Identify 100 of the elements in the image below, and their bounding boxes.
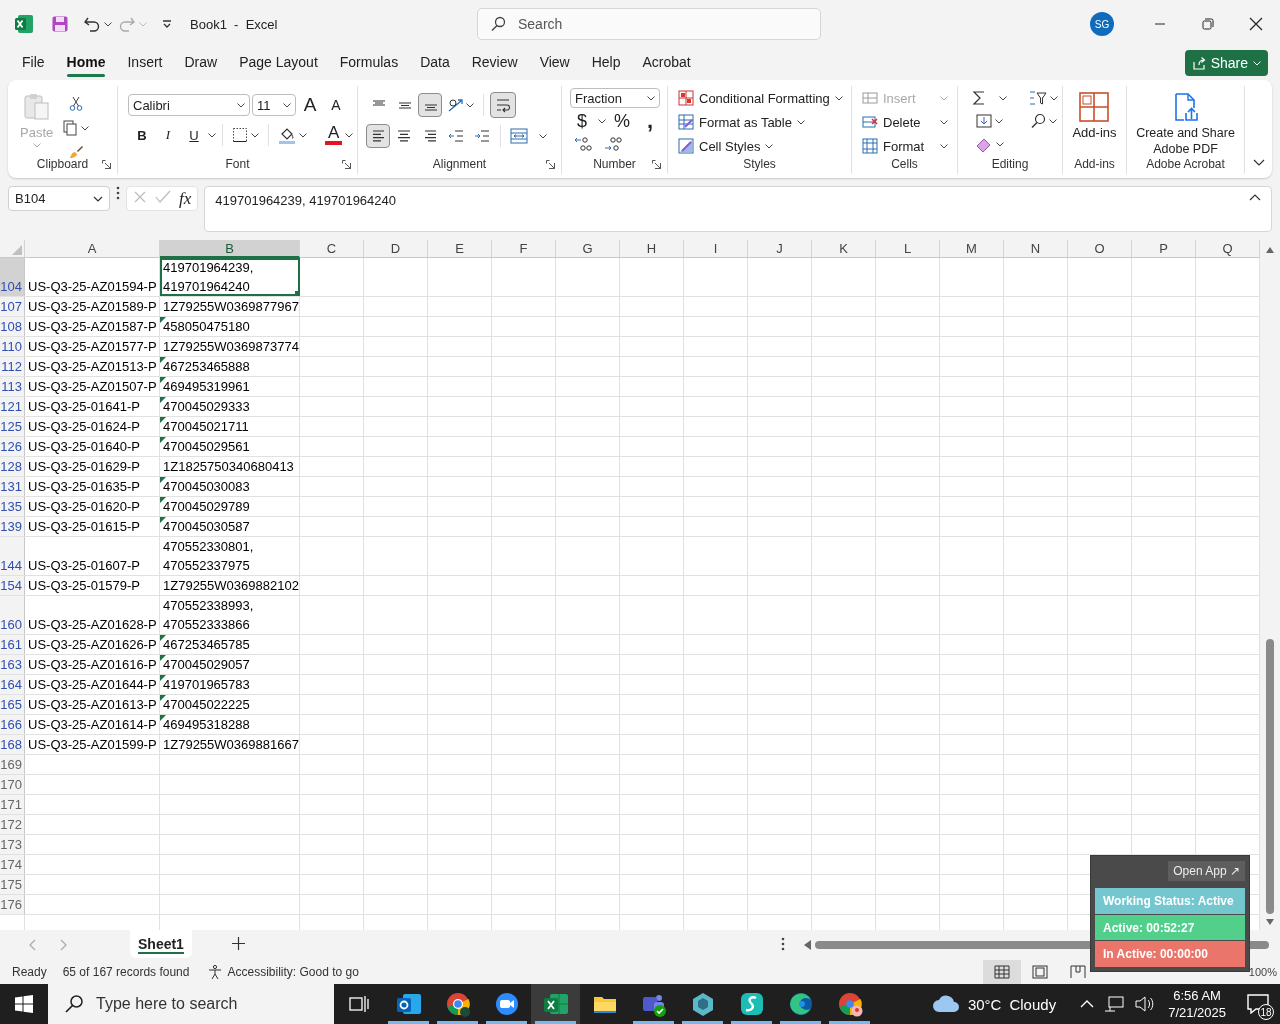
dialog-launcher-icon[interactable] — [652, 159, 661, 169]
weather-widget[interactable]: 30°C Cloudy — [931, 994, 1057, 1014]
row-header[interactable]: 139 — [0, 517, 25, 536]
row-header[interactable]: 128 — [0, 457, 25, 476]
column-header[interactable]: G — [556, 240, 620, 258]
row-header[interactable]: 113 — [0, 377, 25, 396]
row-header[interactable]: 131 — [0, 477, 25, 496]
wrap-text-button[interactable] — [490, 92, 516, 118]
row-header[interactable]: 163 — [0, 655, 25, 674]
zoom-level[interactable]: 100% — [1248, 966, 1277, 978]
row-header[interactable]: 125 — [0, 417, 25, 436]
italic-button[interactable]: I — [156, 123, 180, 147]
row-header[interactable]: 170 — [0, 775, 25, 794]
shrink-font-button[interactable]: A — [324, 93, 348, 117]
row-header[interactable]: 112 — [0, 357, 25, 376]
cell-styles-button[interactable]: Cell Styles — [678, 136, 851, 156]
column-header[interactable]: J — [748, 240, 812, 258]
column-header[interactable]: H — [620, 240, 684, 258]
row-header[interactable]: 166 — [0, 715, 25, 734]
row-header[interactable]: 176 — [0, 895, 25, 914]
font-color-button[interactable]: A — [322, 123, 357, 147]
column-header[interactable]: E — [428, 240, 492, 258]
percent-button[interactable]: % — [610, 111, 634, 131]
underline-button[interactable]: U — [182, 123, 206, 147]
align-left-button[interactable] — [366, 124, 390, 148]
row-header[interactable]: 160 — [0, 596, 25, 634]
column-header[interactable]: B — [160, 240, 300, 258]
font-size-field[interactable]: 11 — [252, 94, 296, 116]
row-header[interactable]: 165 — [0, 695, 25, 714]
menu-tab[interactable]: Formulas — [328, 50, 410, 80]
menu-tab[interactable]: Draw — [173, 50, 229, 80]
dialog-launcher-icon[interactable] — [546, 159, 555, 169]
row-header[interactable]: 175 — [0, 875, 25, 894]
row-header[interactable]: 107 — [0, 297, 25, 316]
menu-tab[interactable]: File — [11, 50, 56, 80]
row-header[interactable]: 121 — [0, 397, 25, 416]
column-header[interactable]: N — [1004, 240, 1068, 258]
conditional-formatting-button[interactable]: Conditional Formatting — [678, 88, 851, 108]
share-button[interactable]: Share — [1184, 50, 1268, 76]
row-header[interactable]: 174 — [0, 855, 25, 874]
column-header[interactable]: L — [876, 240, 940, 258]
column-header[interactable]: O — [1068, 240, 1132, 258]
column-header[interactable]: M — [940, 240, 1004, 258]
menu-tab[interactable]: Review — [460, 50, 529, 80]
column-header[interactable]: D — [364, 240, 428, 258]
add-ins-button[interactable]: Add-ins — [1072, 92, 1117, 140]
formula-field[interactable]: 419701964239, 419701964240 — [204, 186, 1272, 232]
row-header[interactable]: 135 — [0, 497, 25, 516]
row-header[interactable]: 164 — [0, 675, 25, 694]
notifications-button[interactable]: 18 — [1242, 988, 1274, 1020]
menu-tab[interactable]: View — [528, 50, 581, 80]
dialog-launcher-icon[interactable] — [102, 159, 111, 169]
add-sheet-button[interactable] — [231, 937, 245, 953]
row-header[interactable]: 104 — [0, 258, 25, 296]
row-header[interactable]: 144 — [0, 537, 25, 575]
row-header[interactable]: 161 — [0, 635, 25, 654]
insert-function-button[interactable]: fx — [179, 188, 192, 209]
row-header[interactable]: 173 — [0, 835, 25, 854]
create-pdf-button[interactable]: Create and Share Adobe PDF — [1129, 92, 1242, 157]
column-header[interactable]: C — [300, 240, 364, 258]
menu-tab[interactable]: Home — [55, 50, 117, 80]
sheet-tab[interactable]: Sheet1 — [130, 930, 192, 958]
accessibility-status[interactable]: Accessibility: Good to go — [207, 964, 359, 980]
row-header[interactable]: 169 — [0, 755, 25, 774]
grow-font-button[interactable]: A — [298, 93, 322, 117]
clock[interactable]: 6:56 AM 7/21/2025 — [1168, 987, 1226, 1021]
bottom-align-button[interactable] — [418, 93, 442, 117]
format-cells-button[interactable]: Format — [862, 136, 948, 156]
comma-style-button[interactable]: , — [638, 111, 662, 131]
selected-cell[interactable]: 419701964239, 419701964240 — [160, 258, 300, 296]
name-box[interactable]: B104 — [8, 186, 110, 211]
menu-tab[interactable]: Insert — [116, 50, 174, 80]
open-app-button[interactable]: Open App ↗ — [1168, 861, 1245, 881]
menu-tab[interactable]: Page Layout — [228, 50, 329, 80]
menu-tab[interactable]: Help — [580, 50, 632, 80]
row-header[interactable]: 126 — [0, 437, 25, 456]
column-header[interactable]: I — [684, 240, 748, 258]
column-header[interactable]: K — [812, 240, 876, 258]
row-header[interactable]: 154 — [0, 576, 25, 595]
menu-tab[interactable]: Data — [409, 50, 461, 80]
bold-button[interactable]: B — [130, 123, 154, 147]
column-header[interactable]: F — [492, 240, 556, 258]
delete-cells-button[interactable]: Delete — [862, 112, 948, 132]
row-header[interactable]: 168 — [0, 735, 25, 754]
row-header[interactable]: 172 — [0, 815, 25, 834]
font-name-field[interactable]: Calibri — [128, 94, 250, 116]
format-as-table-button[interactable]: Format as Table — [678, 112, 851, 132]
taskbar-search-field[interactable]: Type here to search — [48, 984, 334, 1024]
avatar[interactable]: SG — [1090, 12, 1114, 36]
number-format-field[interactable]: Fraction — [570, 88, 660, 108]
column-header[interactable]: P — [1132, 240, 1196, 258]
row-header[interactable]: 171 — [0, 795, 25, 814]
normal-view-button[interactable] — [982, 960, 1021, 984]
scroll-thumb[interactable] — [1266, 639, 1274, 914]
menu-tab[interactable]: Acrobat — [631, 50, 702, 80]
currency-button[interactable]: $ — [570, 111, 594, 131]
row-header[interactable]: 110 — [0, 337, 25, 356]
search-field[interactable]: Search — [477, 8, 821, 40]
row-header[interactable]: 108 — [0, 317, 25, 336]
dialog-launcher-icon[interactable] — [342, 159, 351, 169]
